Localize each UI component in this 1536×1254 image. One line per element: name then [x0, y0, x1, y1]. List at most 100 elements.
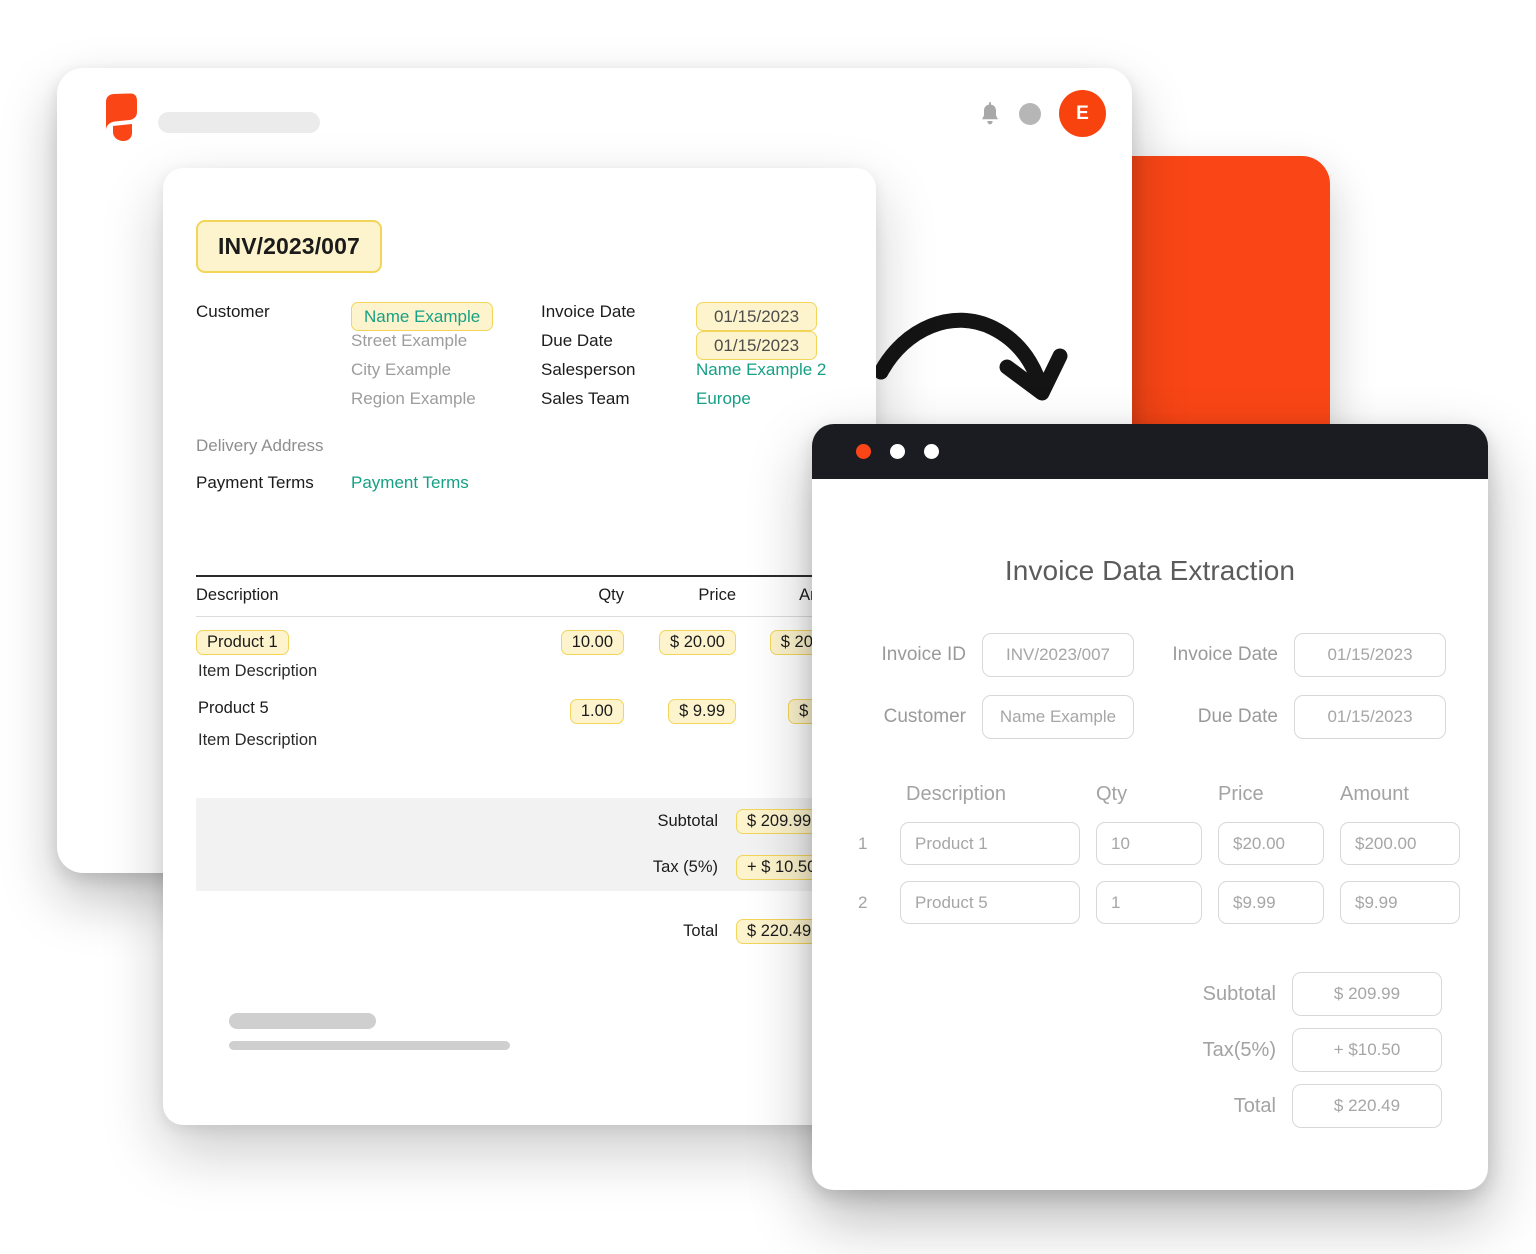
brand-flame-icon[interactable]: [103, 93, 140, 141]
due-date-input[interactable]: 01/15/2023: [1294, 695, 1446, 739]
delivery-address-label: Delivery Address: [196, 436, 324, 455]
line-description: Product 1: [196, 630, 289, 655]
field-row: Street Example Due Date 01/15/2023: [196, 327, 846, 361]
table-row: 1 Product 1 10 $20.00 $200.00: [858, 822, 1460, 865]
qty-input[interactable]: 1: [1096, 881, 1202, 924]
page-title: Invoice Data Extraction: [1004, 555, 1296, 586]
invoice-id-input[interactable]: INV/2023/007: [982, 633, 1134, 677]
window-titlebar: [812, 424, 1488, 479]
invoice-extra-fields: Delivery Address Payment Terms Payment T…: [196, 436, 796, 504]
qty-input[interactable]: 10: [1096, 822, 1202, 865]
col-header-qty: Qty: [1096, 783, 1128, 805]
price-input[interactable]: $20.00: [1218, 822, 1324, 865]
col-header-description: Description: [196, 586, 279, 604]
tax-row: Tax (5%) + $ 10.50: [196, 844, 856, 890]
col-header-qty: Qty: [598, 586, 624, 604]
tax-label: Tax (5%): [652, 857, 718, 876]
line-sub-description: Item Description: [198, 731, 318, 749]
extraction-fields: Invoice ID INV/2023/007 Invoice Date 01/…: [858, 633, 1446, 739]
customer-street: Street Example: [351, 331, 468, 350]
extraction-body: Invoice Data Extraction Invoice ID INV/2…: [812, 555, 1488, 1190]
total-value[interactable]: $ 220.49: [1292, 1084, 1442, 1128]
col-header-price: Price: [698, 586, 736, 604]
invoice-document-card: INV/2023/007 Customer Name Example Invoi…: [163, 168, 876, 1125]
field-row: City Example Salesperson Name Example 2: [196, 356, 846, 385]
price-input[interactable]: $9.99: [1218, 881, 1324, 924]
field-row: Customer Name Example Invoice Date 01/15…: [196, 298, 846, 332]
screenshot-stage: E INV/2023/007 Customer Name Example Inv…: [0, 0, 1536, 1254]
invoice-date-input[interactable]: 01/15/2023: [1294, 633, 1446, 677]
customer-city: City Example: [351, 360, 452, 379]
description-input[interactable]: Product 1: [900, 822, 1080, 865]
line-qty: 10.00: [560, 630, 624, 655]
subtotal-row: Subtotal $ 209.99: [196, 798, 856, 844]
close-dot-icon[interactable]: [856, 444, 871, 459]
col-header-index: [858, 783, 884, 806]
maximize-dot-icon[interactable]: [924, 444, 939, 459]
subtotal-value[interactable]: $ 209.99: [1292, 972, 1442, 1016]
col-header-amount: Amount: [1340, 783, 1409, 805]
invoice-line-table: Description Qty Price Amount Product 1 1…: [196, 575, 856, 750]
invoice-id-label: Invoice ID: [881, 644, 966, 665]
due-date-label: Due Date: [1197, 706, 1278, 727]
topbar-actions: E: [979, 90, 1106, 137]
customer-region: Region Example: [351, 389, 476, 408]
footer-placeholder-bar: [229, 1041, 510, 1050]
table-header-row: Description Qty Price Amount: [196, 575, 856, 617]
avatar[interactable]: E: [1059, 90, 1106, 137]
total-row: Total $ 220.49: [196, 908, 856, 954]
invoice-date-label: Invoice Date: [541, 302, 636, 321]
due-date-label: Due Date: [541, 331, 613, 350]
line-description: Product 5: [198, 699, 269, 717]
total-label: Total: [683, 921, 718, 940]
extraction-totals: Subtotal $ 209.99 Tax(5%) + $10.50 Total…: [858, 972, 1442, 1128]
browser-topbar: E: [57, 68, 1132, 160]
invoice-totals-band: Subtotal $ 209.99 Tax (5%) + $ 10.50: [196, 798, 856, 891]
amount-input[interactable]: $200.00: [1340, 822, 1460, 865]
field-row: Region Example Sales Team Europe: [196, 385, 846, 414]
total-value: $ 220.49: [736, 918, 823, 944]
line-price: $ 20.00: [658, 630, 736, 655]
invoice-date-label: Invoice Date: [1172, 644, 1278, 665]
col-header-description: Description: [906, 783, 1007, 805]
tax-value[interactable]: + $10.50: [1292, 1028, 1442, 1072]
subtotal-label: Subtotal: [657, 811, 718, 830]
line-price: $ 9.99: [668, 699, 736, 724]
salesperson-value: Name Example 2: [696, 360, 827, 379]
line-sub-description: Item Description: [198, 662, 318, 680]
sales-team-label: Sales Team: [541, 389, 630, 408]
invoice-grand-total: Total $ 220.49: [196, 908, 856, 954]
table-row: Product 5 1.00 $ 9.99 $ 9.99: [196, 681, 856, 724]
row-index: 2: [858, 892, 868, 912]
status-dot-icon[interactable]: [1019, 102, 1041, 125]
row-index: 1: [858, 833, 868, 853]
customer-input[interactable]: Name Example: [982, 695, 1134, 739]
customer-label: Customer: [883, 706, 966, 727]
payment-terms-row: Payment Terms Payment Terms: [196, 473, 796, 504]
payment-terms-value: Payment Terms: [351, 473, 469, 492]
payment-terms-label: Payment Terms: [196, 473, 314, 492]
sales-team-value: Europe: [696, 389, 751, 408]
delivery-address-row: Delivery Address: [196, 436, 796, 467]
tax-label: Tax(5%): [1202, 1038, 1276, 1061]
customer-label: Customer: [196, 302, 270, 321]
total-label: Total: [1233, 1094, 1276, 1117]
amount-input[interactable]: $9.99: [1340, 881, 1460, 924]
line-qty: 1.00: [569, 699, 624, 724]
subtotal-value: $ 209.99: [736, 808, 823, 834]
extraction-table-header: Description Qty Price Amount: [858, 783, 1442, 806]
title-placeholder-bar: [158, 112, 320, 133]
col-header-price: Price: [1218, 783, 1264, 805]
decorative-orange-card: [1122, 156, 1330, 452]
table-row: Product 1 10.00 $ 20.00 $ 200.00: [196, 617, 856, 655]
footer-placeholder-bar: [229, 1013, 376, 1029]
minimize-dot-icon[interactable]: [890, 444, 905, 459]
extraction-window: Invoice Data Extraction Invoice ID INV/2…: [812, 424, 1488, 1190]
table-row: 2 Product 5 1 $9.99 $9.99: [858, 881, 1460, 924]
salesperson-label: Salesperson: [541, 360, 636, 379]
description-input[interactable]: Product 5: [900, 881, 1080, 924]
bell-icon[interactable]: [979, 101, 1001, 126]
invoice-header-fields: Customer Name Example Invoice Date 01/15…: [196, 298, 846, 414]
invoice-number-badge: INV/2023/007: [196, 220, 382, 273]
curved-arrow-icon: [873, 280, 1115, 410]
